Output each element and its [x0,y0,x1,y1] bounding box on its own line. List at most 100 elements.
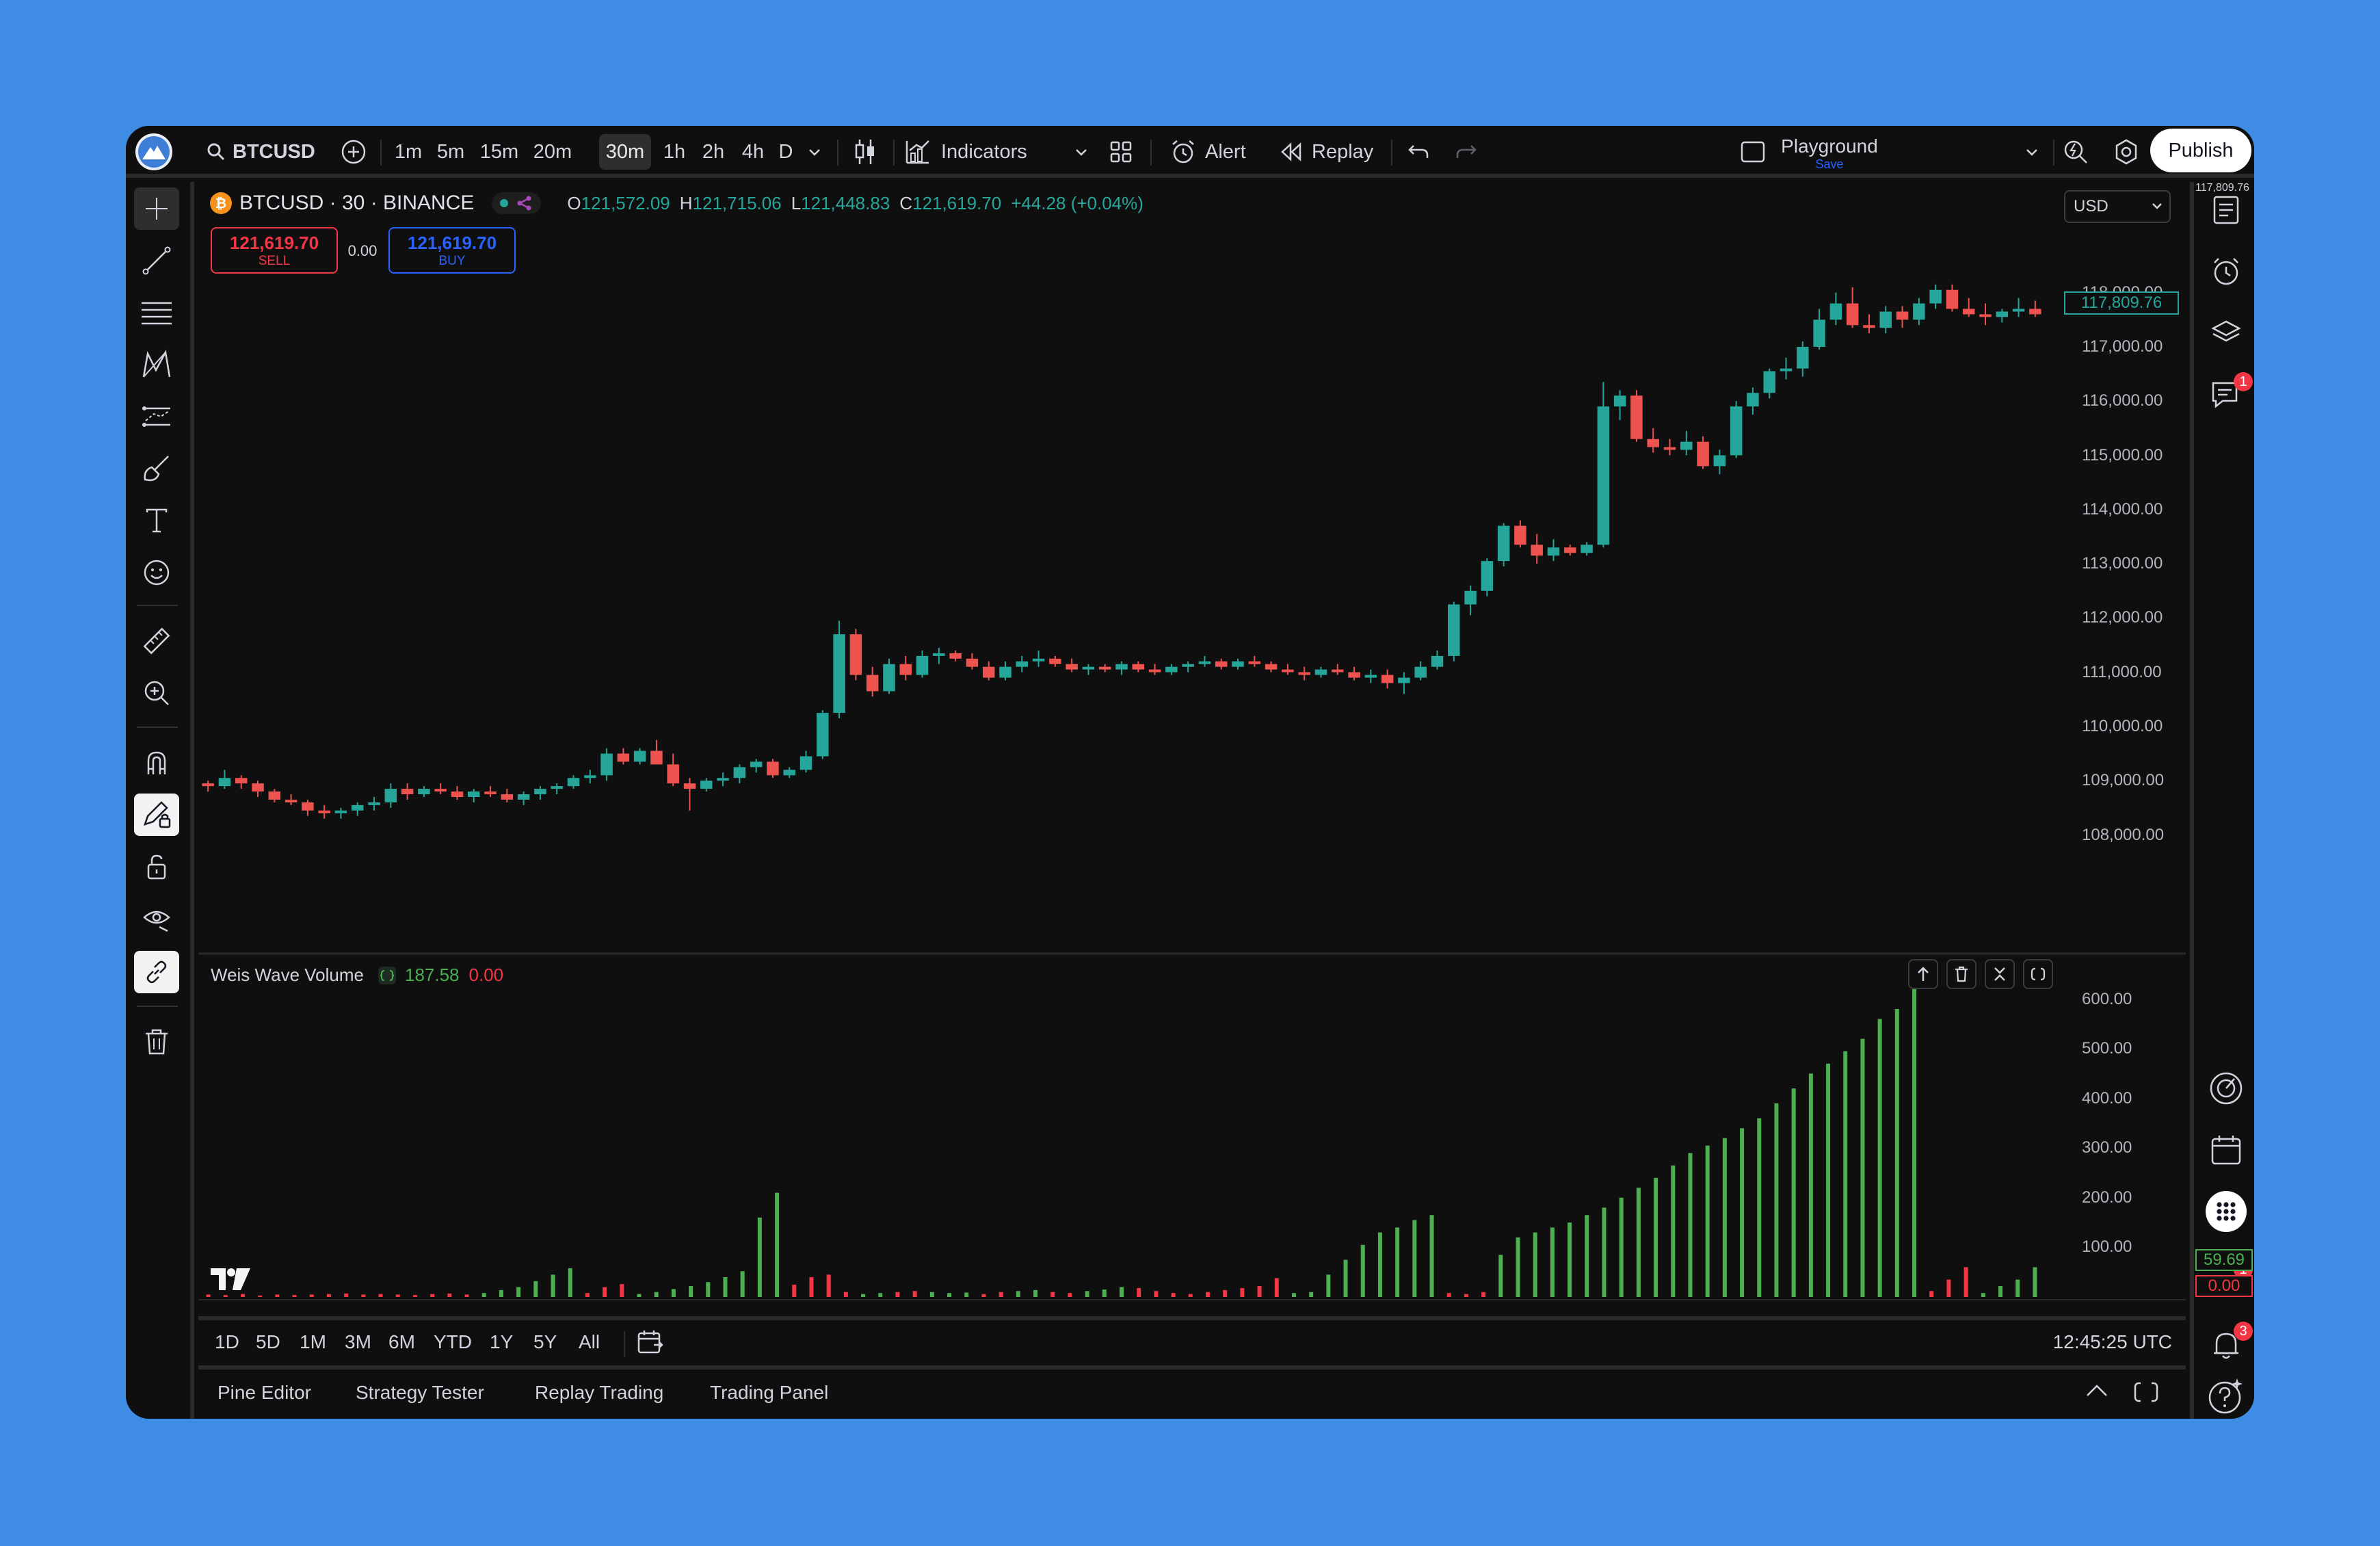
ruler-icon[interactable] [134,620,179,662]
publish-button[interactable]: Publish [2150,129,2251,172]
tab-strategy-tester[interactable]: Strategy Tester [356,1382,484,1404]
watchlist-icon[interactable] [2205,189,2247,231]
redo-icon[interactable] [1450,134,1483,170]
forecast-tool-icon[interactable] [134,395,179,438]
lock-icon[interactable] [134,846,179,888]
quick-search-icon[interactable] [2059,134,2093,170]
interval-4h[interactable]: 4h [736,134,770,170]
range-5d[interactable]: 5D [256,1331,280,1353]
chart-area[interactable]: ₿ BTCUSD · 30 · BINANCE O121,572.09 H121,… [198,182,2253,1365]
range-1d[interactable]: 1D [215,1331,239,1353]
volume-bar [1274,1278,1279,1297]
delete-pane-icon[interactable] [1946,959,1976,989]
indicator-legend[interactable]: Weis Wave Volume 187.58 0.00 [211,965,503,986]
source-code-icon[interactable] [378,966,397,985]
interval-5m[interactable]: 5m [432,134,469,170]
sell-button[interactable]: 121,619.70 SELL [211,227,338,274]
candle-body [1332,669,1344,672]
eye-icon[interactable] [134,898,179,940]
checkbox-square-icon[interactable] [1736,134,1770,170]
range-6m[interactable]: 6M [388,1331,415,1353]
interval-30m[interactable]: 30m [599,134,651,170]
magnet-icon[interactable] [134,742,179,784]
zoom-in-icon[interactable] [134,672,179,714]
range-ytd[interactable]: YTD [434,1331,472,1353]
layouts-grid-icon[interactable] [1104,134,1138,170]
help-icon[interactable] [2205,1375,2247,1417]
calendar-icon[interactable] [2205,1129,2247,1171]
collapse-pane-icon[interactable] [1985,959,2015,989]
interval-d[interactable]: D [774,134,797,170]
crosshair-icon[interactable] [134,187,179,230]
go-to-date-icon[interactable] [636,1328,665,1361]
trend-line-icon[interactable] [134,239,179,282]
trash-icon[interactable] [134,1021,179,1063]
indicator-value-down: 0.00 [468,965,504,985]
tab-trading-panel[interactable]: Trading Panel [710,1382,828,1404]
high-label: H [679,192,693,213]
move-pane-up-icon[interactable] [1908,959,1938,989]
target-icon[interactable] [2205,1067,2247,1110]
price-axis-label: 109,000.00 [2082,771,2165,790]
symbol-title[interactable]: BTCUSD · 30 · BINANCE [239,192,474,215]
range-all[interactable]: All [579,1331,600,1353]
emoji-icon[interactable] [134,551,179,594]
interval-1h[interactable]: 1h [658,134,691,170]
candle-body [1896,311,1909,320]
range-1m[interactable]: 1M [300,1331,326,1353]
volume-bar [947,1293,952,1297]
replay-button[interactable]: Replay [1279,134,1379,170]
candle-body [1448,604,1460,656]
alerts-clock-icon[interactable] [2205,250,2247,293]
chevron-up-icon[interactable] [2083,1380,2111,1404]
maximize-panel-icon[interactable] [2132,1380,2160,1407]
apps-grid-icon[interactable] [2205,1190,2247,1233]
interval-2h[interactable]: 2h [696,134,730,170]
chevron-down-icon[interactable] [2020,134,2044,170]
candle-body [617,753,630,762]
logo-icon[interactable] [134,133,174,170]
candle-body [799,756,812,770]
chat-badge: 1 [2234,372,2253,391]
chat-icon[interactable]: 1 [2205,372,2253,416]
candlestick-chart-type-icon[interactable] [848,134,882,170]
layout-name-button[interactable]: Playground Save [1777,134,1882,171]
brush-icon[interactable] [134,447,179,490]
range-3m[interactable]: 3M [345,1331,371,1353]
candle-body [999,666,1012,678]
volume-bar [1843,1051,1848,1297]
symbol-search[interactable]: BTCUSD [207,134,315,170]
chevron-down-icon[interactable] [803,134,826,170]
notifications-bell-icon[interactable]: 3 [2205,1322,2253,1367]
price-chart-svg[interactable] [198,182,2186,1365]
candle-body [866,674,879,692]
compare-symbol-button[interactable] [338,134,369,170]
pattern-tool-icon[interactable] [134,343,179,386]
indicators-button[interactable]: Indicators [904,134,1027,170]
text-tool-icon[interactable] [134,499,179,542]
settings-gear-icon[interactable] [2109,134,2143,170]
layers-icon[interactable] [2205,312,2247,354]
maximize-pane-icon[interactable] [2023,959,2053,989]
buy-button[interactable]: 121,619.70 BUY [388,227,516,274]
stay-in-drawing-mode-icon[interactable] [134,794,179,836]
interval-15m[interactable]: 15m [475,134,524,170]
candle-body [883,664,895,692]
undo-icon[interactable] [1402,134,1435,170]
range-5y[interactable]: 5Y [533,1331,557,1353]
market-status-toggle[interactable] [492,192,542,214]
interval-20m[interactable]: 20m [528,134,577,170]
clock-display[interactable]: 12:45:25 UTC [2053,1331,2172,1353]
interval-1m[interactable]: 1m [391,134,425,170]
fib-retracement-icon[interactable] [134,291,179,334]
volume-bar [1395,1227,1400,1297]
link-icon[interactable] [134,951,179,993]
alert-button[interactable]: Alert [1169,134,1258,170]
price-axis-label: 116,000.00 [2082,391,2163,410]
price-axis-label: 113,000.00 [2082,554,2163,573]
chevron-down-icon[interactable] [1070,134,1093,170]
tab-replay-trading[interactable]: Replay Trading [535,1382,663,1404]
volume-axis[interactable]: 600.00 500.00 400.00 300.00 200.00 100.00 [2065,954,2186,1300]
range-1y[interactable]: 1Y [490,1331,513,1353]
tab-pine-editor[interactable]: Pine Editor [217,1382,311,1404]
